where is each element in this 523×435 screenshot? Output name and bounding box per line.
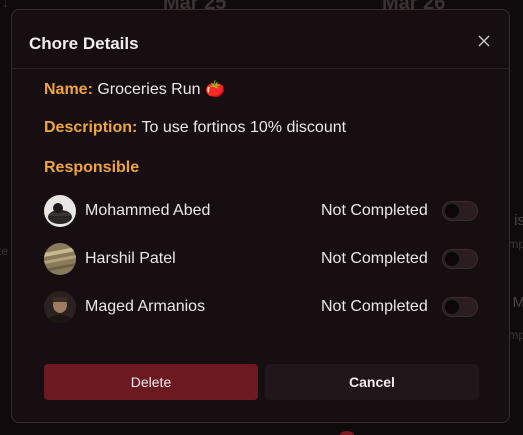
- person-name: Harshil Patel: [85, 250, 176, 267]
- avatar: [44, 195, 76, 227]
- completed-toggle[interactable]: [442, 297, 478, 317]
- completion-status: Not Completed: [321, 298, 428, 315]
- toggle-knob: [445, 252, 459, 266]
- chore-name: Name: Groceries Run 🍅: [44, 79, 225, 99]
- person-name: Maged Armanios: [85, 298, 206, 315]
- background-text: is: [514, 212, 523, 229]
- responsible-person-row: Mohammed Abed Not Completed: [44, 195, 478, 227]
- avatar: [44, 243, 76, 275]
- responsible-heading: Responsible: [44, 159, 140, 176]
- name-label: Name:: [44, 81, 93, 98]
- dialog-header: Chore Details: [12, 10, 509, 69]
- responsible-person-row: Harshil Patel Not Completed: [44, 243, 478, 275]
- background-text: mp: [508, 328, 523, 342]
- completion-status: Not Completed: [321, 202, 428, 219]
- completed-toggle[interactable]: [442, 249, 478, 269]
- toggle-knob: [445, 300, 459, 314]
- chore-description: Description: To use fortinos 10% discoun…: [44, 119, 346, 137]
- down-arrow-icon: ↓: [2, 0, 9, 10]
- background-text: M: [512, 294, 523, 311]
- description-label: Description:: [44, 119, 138, 136]
- name-value: Groceries Run 🍅: [97, 81, 225, 98]
- dialog-title: Chore Details: [29, 34, 139, 53]
- completed-toggle[interactable]: [442, 201, 478, 221]
- background-text: mp: [508, 237, 523, 251]
- background-event-dot: [340, 431, 354, 435]
- app-page: ↓ Mar 25 Mar 26 is mp te M mp Chore Deta…: [0, 0, 523, 435]
- delete-button[interactable]: Delete: [44, 364, 258, 400]
- completion-status: Not Completed: [321, 250, 428, 267]
- responsible-person-row: Maged Armanios Not Completed: [44, 291, 478, 323]
- close-icon[interactable]: [475, 32, 493, 50]
- background-text: te: [0, 244, 9, 258]
- toggle-knob: [445, 204, 459, 218]
- avatar: [44, 291, 76, 323]
- cancel-button[interactable]: Cancel: [265, 364, 479, 400]
- person-name: Mohammed Abed: [85, 202, 211, 219]
- description-value: To use fortinos 10% discount: [141, 119, 347, 136]
